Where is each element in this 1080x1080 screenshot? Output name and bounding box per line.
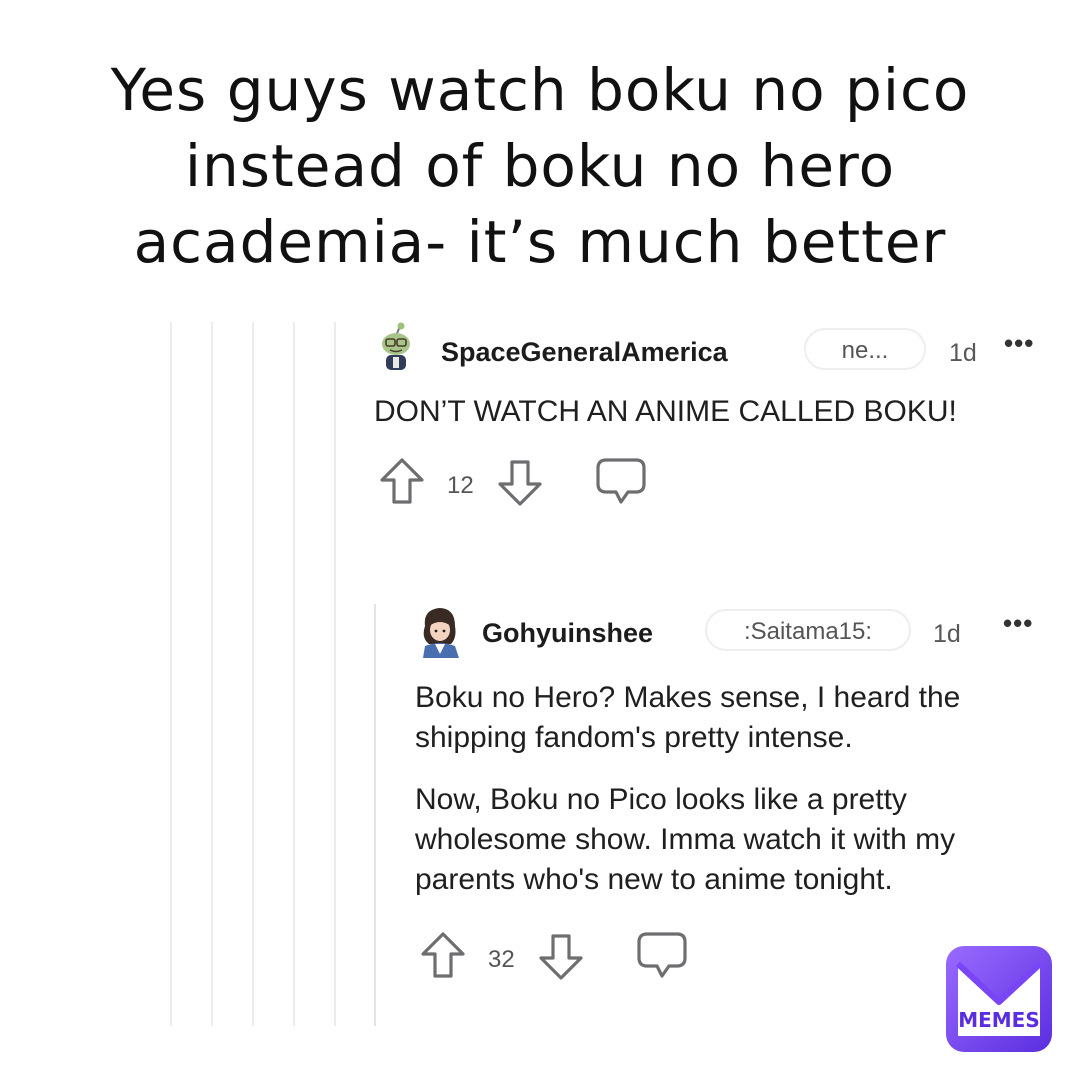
more-options-icon[interactable]: ••• bbox=[1004, 328, 1034, 359]
comment-age: 1d bbox=[949, 339, 977, 367]
upvote-icon[interactable] bbox=[378, 456, 426, 513]
user-flair: ne... bbox=[804, 328, 926, 370]
thread-line[interactable] bbox=[334, 322, 336, 1026]
snoo-avatar-icon[interactable] bbox=[374, 322, 418, 372]
user-flair: :Saitama15: bbox=[705, 609, 911, 651]
downvote-icon[interactable] bbox=[496, 456, 544, 513]
comment-actions: 12 bbox=[374, 456, 1054, 516]
reply-icon[interactable] bbox=[594, 456, 648, 513]
thread-line[interactable] bbox=[252, 322, 254, 1026]
comment-body: DON’T WATCH AN ANIME CALLED BOKU! bbox=[374, 392, 994, 432]
memes-logo: MEMES bbox=[944, 944, 1054, 1054]
thread-line[interactable] bbox=[170, 322, 172, 1026]
thread-line[interactable] bbox=[293, 322, 295, 1026]
username[interactable]: Gohyuinshee bbox=[482, 618, 653, 649]
vote-score: 12 bbox=[447, 472, 474, 499]
comment-thread: SpaceGeneralAmerica ne... 1d ••• DON’T W… bbox=[0, 322, 1080, 1026]
meme-caption: Yes guys watch boku no pico instead of b… bbox=[110, 56, 970, 276]
comment-header: SpaceGeneralAmerica ne... 1d ••• bbox=[374, 322, 1054, 378]
thread-line[interactable] bbox=[211, 322, 213, 1026]
comment-header: Gohyuinshee :Saitama15: 1d ••• bbox=[415, 604, 1055, 660]
anime-character-avatar-icon[interactable] bbox=[415, 604, 459, 658]
comment-paragraph: DON’T WATCH AN ANIME CALLED BOKU! bbox=[374, 395, 957, 428]
more-options-icon[interactable]: ••• bbox=[1003, 608, 1033, 639]
comment-age: 1d bbox=[933, 620, 961, 648]
comment: Gohyuinshee :Saitama15: 1d ••• Boku no H… bbox=[415, 604, 1055, 990]
upvote-icon[interactable] bbox=[419, 930, 467, 987]
vote-score: 32 bbox=[488, 946, 515, 973]
comment: SpaceGeneralAmerica ne... 1d ••• DON’T W… bbox=[374, 322, 1054, 516]
downvote-icon[interactable] bbox=[537, 930, 585, 987]
comment-paragraph: Boku no Hero? Makes sense, I heard the s… bbox=[415, 681, 961, 754]
comment-body: Boku no Hero? Makes sense, I heard the s… bbox=[415, 678, 1035, 900]
memes-logo-text: MEMES bbox=[958, 1008, 1040, 1032]
comment-paragraph: Now, Boku no Pico looks like a pretty wh… bbox=[415, 783, 956, 896]
reply-icon[interactable] bbox=[635, 930, 689, 987]
thread-line[interactable] bbox=[374, 604, 376, 1026]
username[interactable]: SpaceGeneralAmerica bbox=[441, 337, 728, 368]
